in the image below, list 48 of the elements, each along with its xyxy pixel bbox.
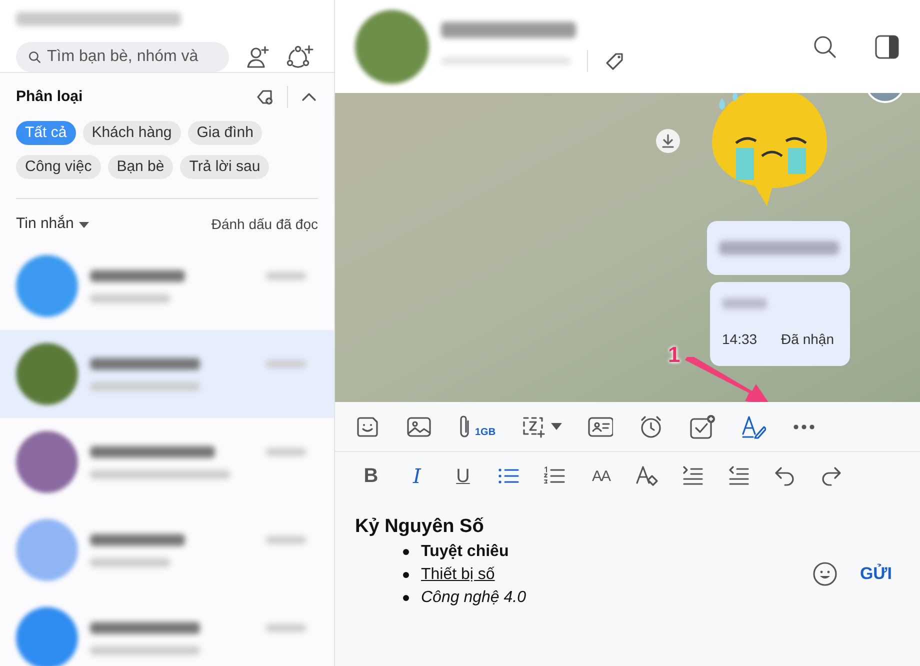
blurred-message	[722, 298, 767, 309]
task-icon[interactable]	[688, 414, 715, 440]
caret-icon	[78, 220, 90, 228]
file-size-limit: 1GB	[475, 426, 496, 440]
sidebar-toggle-icon[interactable]	[874, 34, 900, 60]
mark-read-link[interactable]: Đánh dấu đã đọc	[211, 214, 318, 235]
text-format-icon[interactable]	[740, 414, 766, 440]
send-button[interactable]: GỬI	[860, 561, 892, 587]
message-time: 14:33	[722, 330, 758, 349]
annotation-number: 1	[668, 341, 680, 369]
category-title: Phân loại	[16, 86, 83, 107]
filter-tag[interactable]: Công việc	[16, 155, 101, 179]
list-item-text: Công nghệ 4.0	[421, 588, 526, 608]
emoji-icon[interactable]	[812, 561, 838, 587]
bold-button[interactable]: B	[359, 466, 383, 486]
filter-tag[interactable]: Gia đình	[188, 121, 262, 145]
blurred-time	[266, 536, 306, 544]
messages-filter[interactable]: Tin nhắn	[16, 213, 90, 236]
italic-button[interactable]: I	[405, 466, 429, 486]
filter-tag[interactable]: Trả lời sau	[180, 155, 270, 179]
blurred-time	[266, 272, 306, 280]
redo-icon[interactable]	[819, 464, 843, 488]
message-status: Đã nhận	[781, 330, 834, 349]
indent-icon[interactable]	[681, 464, 705, 488]
composer-heading: Kỷ Nguyên Số	[355, 515, 485, 539]
create-group-icon[interactable]	[285, 43, 315, 71]
undo-icon[interactable]	[773, 464, 797, 488]
bullet-icon	[403, 572, 409, 578]
clear-format-icon[interactable]	[635, 464, 659, 488]
underline-button[interactable]: U	[451, 466, 475, 486]
blurred-time	[266, 448, 306, 456]
bullet-icon	[403, 548, 409, 554]
bullet-icon	[403, 594, 409, 600]
list-item-text: Tuyệt chiêu	[421, 542, 509, 562]
list-item-text: Thiết bị số	[421, 565, 495, 585]
tag-add-icon[interactable]	[255, 87, 275, 107]
outdent-icon[interactable]	[727, 464, 751, 488]
search-icon[interactable]	[812, 34, 838, 60]
blurred-time	[266, 360, 306, 368]
filter-tag[interactable]: Bạn bè	[108, 155, 174, 179]
caret-icon[interactable]	[550, 423, 562, 430]
download-icon[interactable]	[655, 128, 681, 154]
filter-tag[interactable]: Khách hàng	[82, 121, 181, 145]
search-icon	[28, 49, 41, 65]
font-size-button[interactable]: AA	[589, 468, 613, 484]
conversation-item[interactable]	[0, 330, 334, 418]
search-field[interactable]: Tìm bạn bè, nhóm và	[16, 42, 229, 72]
blurred-time	[266, 624, 306, 632]
